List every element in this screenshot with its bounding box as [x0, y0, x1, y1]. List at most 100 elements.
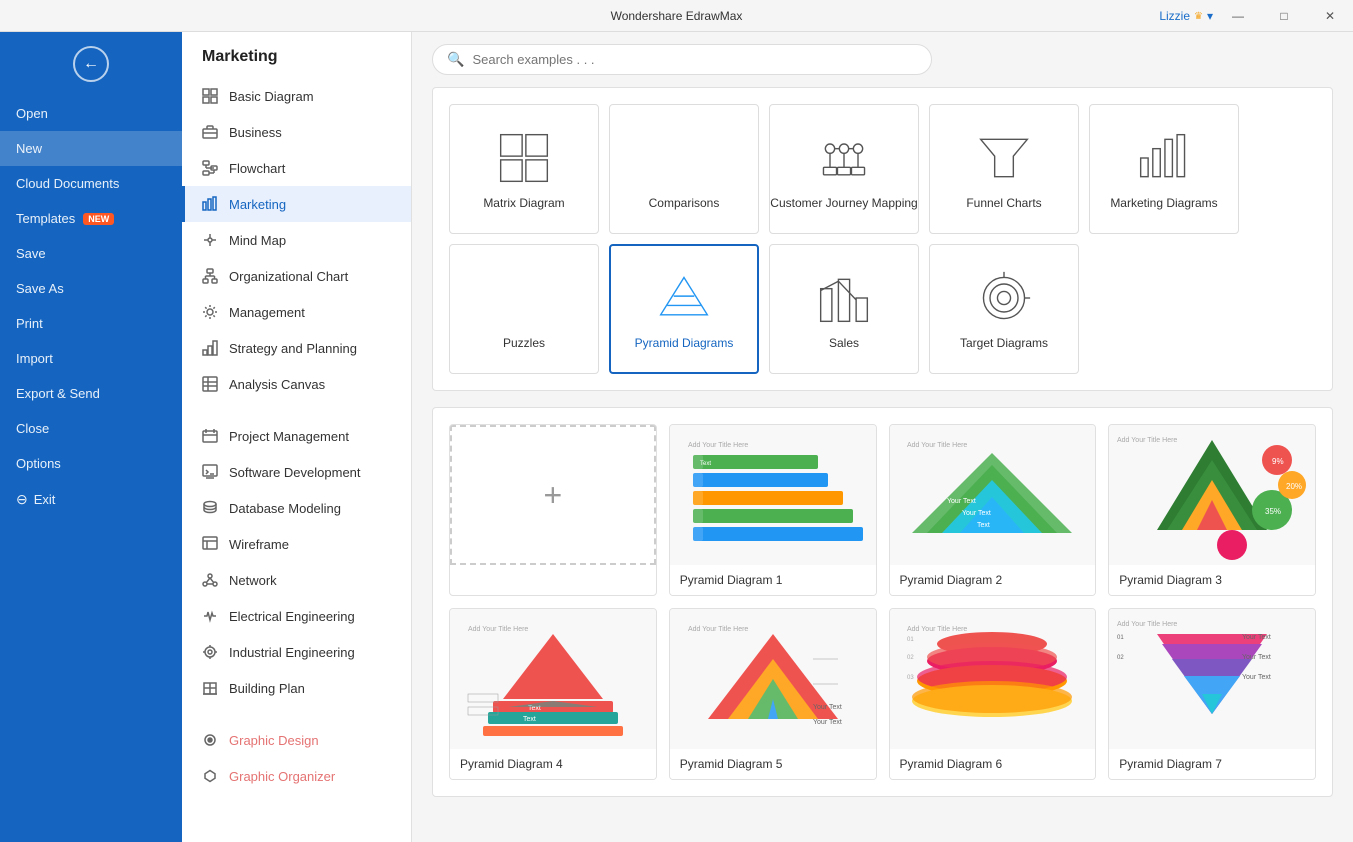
- new-diagram-button[interactable]: +: [450, 425, 656, 565]
- search-input[interactable]: [472, 52, 917, 67]
- category-label-matrix: Matrix Diagram: [483, 196, 564, 210]
- diagram-card-d7[interactable]: Add Your Title Here Your Text Your Text …: [1108, 608, 1316, 780]
- minimize-button[interactable]: —: [1215, 0, 1261, 32]
- nav-item-business[interactable]: Business: [182, 114, 411, 150]
- category-tile-comparisons[interactable]: Comparisons: [609, 104, 759, 234]
- diagram-label-d1: Pyramid Diagram 1: [670, 565, 876, 595]
- nav-items: Basic DiagramBusinessFlowchartMarketing M…: [182, 78, 411, 794]
- nav-label-analysis: Analysis Canvas: [229, 377, 325, 392]
- sidebar-item-close[interactable]: Close: [0, 411, 182, 446]
- nav-item-software[interactable]: Software Development: [182, 454, 411, 490]
- svg-text:9%: 9%: [1272, 457, 1284, 466]
- maximize-button[interactable]: □: [1261, 0, 1307, 32]
- nav-icon-building: [201, 679, 219, 697]
- sidebar-item-export[interactable]: Export & Send: [0, 376, 182, 411]
- sidebar-item-print[interactable]: Print: [0, 306, 182, 341]
- nav-item-industrial[interactable]: Industrial Engineering: [182, 634, 411, 670]
- category-icon-comparisons: [654, 128, 714, 188]
- sidebar-item-templates[interactable]: Templates NEW: [0, 201, 182, 236]
- nav-item-basic[interactable]: Basic Diagram: [182, 78, 411, 114]
- sidebar-item-new[interactable]: New: [0, 131, 182, 166]
- nav-item-organizer[interactable]: Graphic Organizer: [182, 758, 411, 794]
- nav-item-network[interactable]: Network: [182, 562, 411, 598]
- nav-label-mindmap: Mind Map: [229, 233, 286, 248]
- nav-item-mindmap[interactable]: Mind Map: [182, 222, 411, 258]
- crown-icon: ♛: [1194, 11, 1203, 22]
- nav-item-flowchart[interactable]: Flowchart: [182, 150, 411, 186]
- nav-item-strategy[interactable]: Strategy and Planning: [182, 330, 411, 366]
- nav-item-orgchart[interactable]: Organizational Chart: [182, 258, 411, 294]
- svg-text:Add Your Title Here: Add Your Title Here: [1117, 621, 1177, 628]
- diagram-card-d5[interactable]: Add Your Title Here Your Text Your Text …: [669, 608, 877, 780]
- search-wrap[interactable]: 🔍: [432, 44, 932, 75]
- nav-item-database[interactable]: Database Modeling: [182, 490, 411, 526]
- sidebar-item-cloud[interactable]: Cloud Documents: [0, 166, 182, 201]
- svg-text:Your Text: Your Text: [1242, 634, 1271, 641]
- category-icon-pyramid: [654, 268, 714, 328]
- category-label-customer: Customer Journey Mapping: [770, 196, 917, 210]
- close-button[interactable]: ✕: [1307, 0, 1353, 32]
- back-circle-icon[interactable]: ←: [73, 46, 109, 82]
- back-button[interactable]: ←: [0, 32, 182, 96]
- sidebar-item-exit[interactable]: ⊖ Exit: [0, 481, 182, 518]
- category-tile-funnel[interactable]: Funnel Charts: [929, 104, 1079, 234]
- diagram-section: + Add Your Title Here Text Pyramid Diagr…: [432, 407, 1333, 797]
- category-tile-customer[interactable]: Customer Journey Mapping: [769, 104, 919, 234]
- category-tile-sales[interactable]: Sales: [769, 244, 919, 374]
- diagram-label-d7: Pyramid Diagram 7: [1109, 749, 1315, 779]
- nav-icon-wireframe: [201, 535, 219, 553]
- category-tile-marketing[interactable]: Marketing Diagrams: [1089, 104, 1239, 234]
- nav-icon-basic: [201, 87, 219, 105]
- nav-item-building[interactable]: Building Plan: [182, 670, 411, 706]
- sidebar-item-options[interactable]: Options: [0, 446, 182, 481]
- category-tile-puzzles[interactable]: Puzzles: [449, 244, 599, 374]
- diagram-card-d2[interactable]: Add Your Title Here Text Your Text Your …: [889, 424, 1097, 596]
- sidebar-item-open[interactable]: Open: [0, 96, 182, 131]
- svg-text:01: 01: [1117, 635, 1124, 641]
- diagram-card-d4[interactable]: Add Your Title Here Text Text Pyramid Di…: [449, 608, 657, 780]
- nav-item-management[interactable]: Management: [182, 294, 411, 330]
- svg-text:20%: 20%: [1286, 482, 1302, 491]
- category-label-comparisons: Comparisons: [649, 196, 720, 210]
- templates-badge: NEW: [83, 213, 114, 225]
- category-tile-pyramid[interactable]: Pyramid Diagrams: [609, 244, 759, 374]
- sidebar-item-import[interactable]: Import: [0, 341, 182, 376]
- sidebar-item-save[interactable]: Save: [0, 236, 182, 271]
- username: Lizzie: [1159, 9, 1190, 23]
- nav-item-graphic[interactable]: Graphic Design: [182, 722, 411, 758]
- diagram-label-d2: Pyramid Diagram 2: [890, 565, 1096, 595]
- sidebar-templates-label: Templates: [16, 211, 75, 226]
- diagram-thumb-d2: Add Your Title Here Text Your Text Your …: [890, 425, 1096, 565]
- nav-item-analysis[interactable]: Analysis Canvas: [182, 366, 411, 402]
- nav-label-industrial: Industrial Engineering: [229, 645, 355, 660]
- nav-item-project[interactable]: Project Management: [182, 418, 411, 454]
- nav-item-wireframe[interactable]: Wireframe: [182, 526, 411, 562]
- nav-label-software: Software Development: [229, 465, 361, 480]
- diagram-thumb-d4: Add Your Title Here Text Text: [450, 609, 656, 749]
- svg-text:Add Your Title Here: Add Your Title Here: [688, 626, 748, 633]
- nav-label-network: Network: [229, 573, 277, 588]
- sidebar-import-label: Import: [16, 351, 53, 366]
- svg-text:35%: 35%: [1265, 507, 1281, 516]
- diagram-card-new[interactable]: +: [449, 424, 657, 596]
- nav-icon-graphic: [201, 731, 219, 749]
- nav-icon-management: [201, 303, 219, 321]
- diagram-label-d6: Pyramid Diagram 6: [890, 749, 1096, 779]
- nav-icon-project: [201, 427, 219, 445]
- nav-item-marketing[interactable]: Marketing: [182, 186, 411, 222]
- search-icon: 🔍: [447, 51, 464, 68]
- diagram-card-d6[interactable]: Add Your Title Here 01 02 03 Pyramid Dia…: [889, 608, 1097, 780]
- nav-item-electrical[interactable]: Electrical Engineering: [182, 598, 411, 634]
- category-tile-target[interactable]: Target Diagrams: [929, 244, 1079, 374]
- diagram-card-d3[interactable]: Add Your Title Here 9% 35% 20% Pyramid D…: [1108, 424, 1316, 596]
- svg-text:Your Text: Your Text: [947, 498, 976, 505]
- sidebar-save-label: Save: [16, 246, 46, 261]
- diagram-card-d1[interactable]: Add Your Title Here Text Pyramid Diagram…: [669, 424, 877, 596]
- nav-label-building: Building Plan: [229, 681, 305, 696]
- search-bar: 🔍: [412, 32, 1353, 87]
- sidebar-item-saveas[interactable]: Save As: [0, 271, 182, 306]
- user-dropdown-icon[interactable]: ▾: [1207, 9, 1213, 23]
- category-tile-matrix[interactable]: Matrix Diagram: [449, 104, 599, 234]
- svg-text:Text: Text: [700, 461, 711, 467]
- diagram-label-d3: Pyramid Diagram 3: [1109, 565, 1315, 595]
